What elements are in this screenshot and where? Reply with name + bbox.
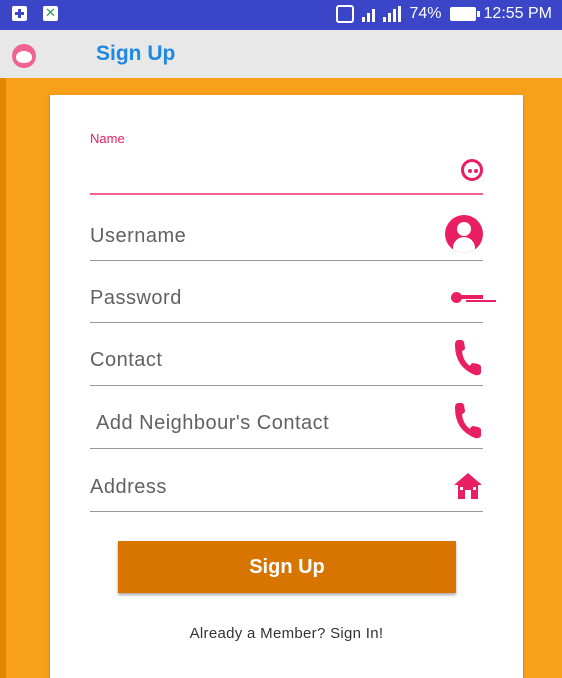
vibrate-icon [336, 5, 355, 23]
contact-input[interactable]: Contact [90, 349, 162, 372]
page-title: Sign Up [96, 42, 176, 65]
status-bar-notifications [12, 5, 58, 21]
x-app-icon [43, 5, 58, 21]
password-input[interactable]: Password [90, 287, 182, 310]
phone-icon [455, 403, 481, 439]
address-input[interactable]: Address [90, 476, 167, 499]
neighbour-contact-input[interactable]: Add Neighbour's Contact [96, 412, 329, 435]
signup-card: Name Username Password Contact Add Neigh… [50, 95, 523, 678]
name-label: Name [90, 131, 125, 146]
signal-icon [383, 6, 402, 22]
username-field[interactable]: Username [90, 207, 483, 261]
address-field[interactable]: Address [90, 458, 483, 512]
face-icon [12, 44, 36, 68]
clock: 12:55 PM [483, 5, 552, 22]
battery-percent: 74% [409, 5, 442, 22]
signal-icon [362, 6, 376, 22]
status-bar: 74% 12:55 PM [0, 0, 562, 30]
name-field[interactable]: Name [90, 131, 483, 195]
status-bar-system: 74% 12:55 PM [336, 5, 552, 23]
phone-icon [455, 340, 481, 376]
battery-icon [449, 7, 480, 21]
signin-link[interactable]: Already a Member? Sign In! [50, 625, 523, 642]
neighbour-contact-field[interactable]: Add Neighbour's Contact [90, 394, 483, 449]
key-icon [451, 291, 483, 305]
signup-button[interactable]: Sign Up [118, 541, 456, 593]
clipboard-plus-icon [12, 6, 27, 21]
face-icon [461, 159, 483, 181]
user-icon [445, 215, 483, 253]
home-icon [454, 473, 482, 499]
password-field[interactable]: Password [90, 269, 483, 323]
username-input[interactable]: Username [90, 225, 186, 248]
contact-field[interactable]: Contact [90, 331, 483, 386]
toolbar: Sign Up [0, 30, 562, 78]
